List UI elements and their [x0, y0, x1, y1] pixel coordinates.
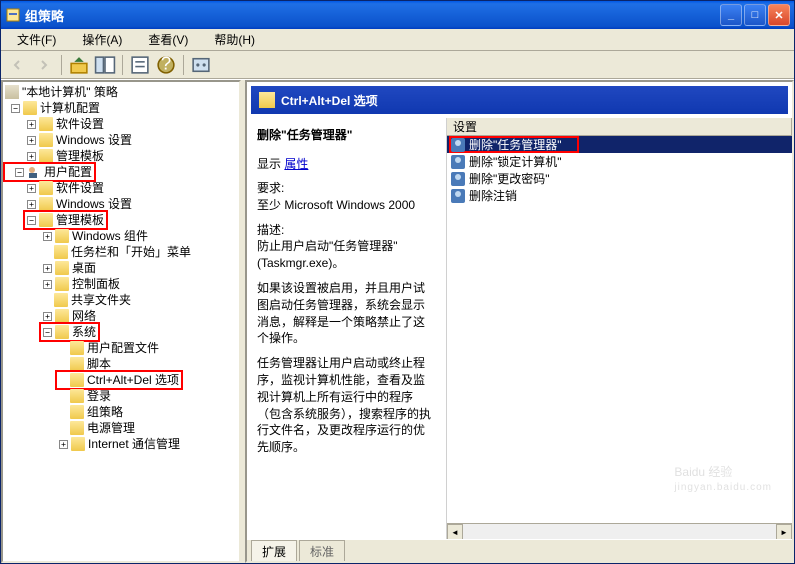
list-item[interactable]: 删除"任务管理器": [447, 136, 792, 153]
tree-logon[interactable]: 登录: [3, 388, 239, 404]
tree-ctrl-alt-del[interactable]: Ctrl+Alt+Del 选项: [3, 372, 239, 388]
category-title: Ctrl+Alt+Del 选项: [281, 92, 378, 109]
folder-icon: [259, 92, 275, 108]
properties-button[interactable]: [129, 54, 151, 76]
horizontal-scrollbar[interactable]: ◄ ►: [447, 523, 792, 539]
menu-file[interactable]: 文件(F): [5, 29, 68, 50]
title-bar[interactable]: 组策略 _ □ ✕: [1, 1, 794, 29]
menu-help[interactable]: 帮助(H): [202, 29, 267, 50]
tree-internet-comm[interactable]: +Internet 通信管理: [3, 436, 239, 452]
category-header: Ctrl+Alt+Del 选项: [251, 86, 788, 114]
tree-control-panel[interactable]: +控制面板: [3, 276, 239, 292]
details-pane: Ctrl+Alt+Del 选项 删除"任务管理器" 显示 属性 要求:至少 Mi…: [245, 80, 794, 563]
maximize-button[interactable]: □: [744, 4, 766, 26]
tree-system[interactable]: −系统: [3, 324, 239, 340]
filter-button[interactable]: [190, 54, 212, 76]
tree-computer-config[interactable]: −计算机配置: [3, 100, 239, 116]
show-hide-tree-button[interactable]: [94, 54, 116, 76]
setting-heading: 删除"任务管理器": [257, 126, 436, 143]
scroll-left-button[interactable]: ◄: [447, 524, 463, 539]
view-tabs: 扩展 标准: [247, 539, 792, 561]
up-button[interactable]: [68, 54, 90, 76]
back-button[interactable]: [7, 54, 29, 76]
setting-icon: [451, 172, 465, 186]
tree-user-profiles[interactable]: 用户配置文件: [3, 340, 239, 356]
tree-group-policy[interactable]: 组策略: [3, 404, 239, 420]
setting-icon: [451, 189, 465, 203]
window-title: 组策略: [25, 6, 720, 25]
minimize-button[interactable]: _: [720, 4, 742, 26]
list-item[interactable]: 删除"锁定计算机": [447, 153, 792, 170]
scroll-right-button[interactable]: ►: [776, 524, 792, 539]
tree-power-management[interactable]: 电源管理: [3, 420, 239, 436]
list-item[interactable]: 删除"更改密码": [447, 170, 792, 187]
app-window: 组策略 _ □ ✕ 文件(F) 操作(A) 查看(V) 帮助(H) ? "本地计…: [0, 0, 795, 564]
description-panel: 删除"任务管理器" 显示 属性 要求:至少 Microsoft Windows …: [247, 118, 447, 539]
tree-view[interactable]: "本地计算机" 策略 −计算机配置 +软件设置 +Windows 设置 +管理模…: [1, 80, 241, 563]
tab-standard[interactable]: 标准: [299, 540, 345, 562]
menu-view[interactable]: 查看(V): [136, 29, 200, 50]
menu-action[interactable]: 操作(A): [70, 29, 134, 50]
list-item[interactable]: 删除注销: [447, 187, 792, 204]
client-area: "本地计算机" 策略 −计算机配置 +软件设置 +Windows 设置 +管理模…: [1, 79, 794, 563]
tab-extended[interactable]: 扩展: [251, 540, 297, 562]
tree-root[interactable]: "本地计算机" 策略: [3, 84, 239, 100]
settings-list: 设置 删除"任务管理器" 删除"锁定计算机" 删除"更改密码" 删除注销 Bai…: [447, 118, 792, 539]
tree-software-settings-1[interactable]: +软件设置: [3, 116, 239, 132]
setting-icon: [451, 155, 465, 169]
tree-taskbar-start[interactable]: 任务栏和「开始」菜单: [3, 244, 239, 260]
tool-bar: ?: [1, 51, 794, 79]
app-icon: [5, 7, 21, 23]
tree-shared-folders[interactable]: 共享文件夹: [3, 292, 239, 308]
forward-button[interactable]: [33, 54, 55, 76]
setting-icon: [451, 138, 465, 152]
help-button[interactable]: ?: [155, 54, 177, 76]
tree-user-config[interactable]: −用户配置: [3, 164, 239, 180]
tree-software-settings-2[interactable]: +软件设置: [3, 180, 239, 196]
tree-windows-settings-1[interactable]: +Windows 设置: [3, 132, 239, 148]
properties-link[interactable]: 属性: [284, 157, 308, 171]
tree-windows-components[interactable]: +Windows 组件: [3, 228, 239, 244]
svg-text:?: ?: [161, 54, 171, 74]
close-button[interactable]: ✕: [768, 4, 790, 26]
column-header-setting[interactable]: 设置: [447, 118, 792, 136]
tree-admin-templates-2[interactable]: −管理模板: [3, 212, 239, 228]
tree-desktop[interactable]: +桌面: [3, 260, 239, 276]
watermark: Baidu 经验jingyan.baidu.com: [674, 456, 772, 493]
menu-bar: 文件(F) 操作(A) 查看(V) 帮助(H): [1, 29, 794, 51]
